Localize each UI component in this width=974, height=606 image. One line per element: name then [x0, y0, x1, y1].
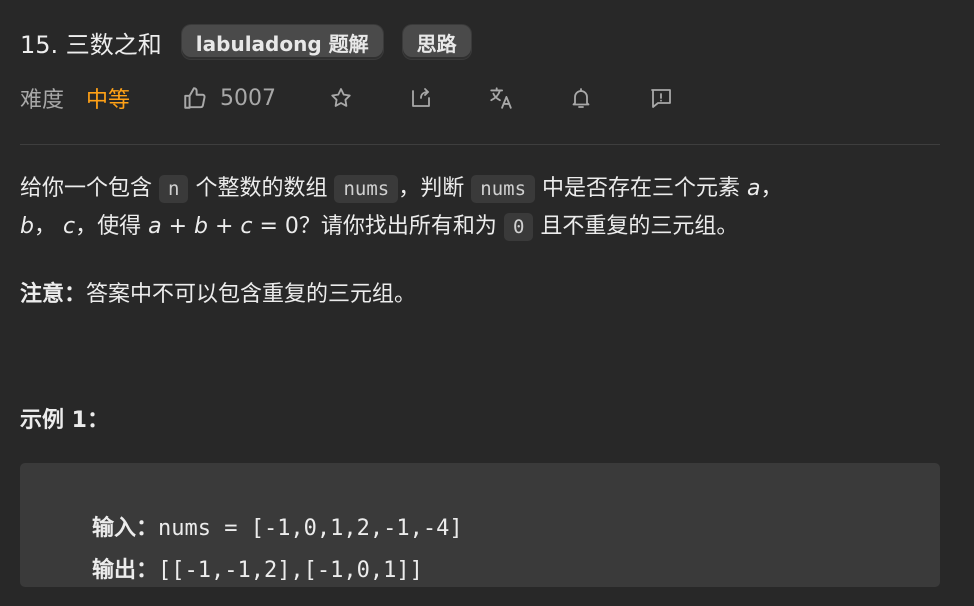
example-output-label: 输出：	[91, 558, 158, 583]
tag-labuladong-solution[interactable]: labuladong 题解	[181, 25, 383, 59]
divider	[20, 144, 940, 145]
problem-page: 15. 三数之和 labuladong 题解 思路 难度 中等 5007 给你一…	[0, 0, 974, 606]
note-label: 注意：	[20, 282, 87, 307]
description-text: = 0？请你找出所有和为	[259, 214, 497, 239]
description-text: 给你一个包含	[20, 176, 153, 201]
title-row: 15. 三数之和 labuladong 题解 思路	[20, 22, 471, 62]
description-text: 且不重复的三元组。	[540, 214, 739, 239]
tag-approach[interactable]: 思路	[402, 25, 471, 59]
inline-code-n: n	[159, 175, 189, 203]
inline-code-nums: nums	[471, 175, 536, 203]
math-expression: a + b + c	[148, 214, 253, 239]
like-button[interactable]: 5007	[182, 85, 276, 111]
math-c: c	[62, 214, 76, 239]
feedback-icon[interactable]	[648, 85, 674, 111]
problem-description: 给你一个包含 n 个整数的数组 nums ，判断 nums 中是否存在三个元素 a…	[20, 170, 940, 246]
example-title: 示例 1：	[20, 408, 109, 433]
like-count: 5007	[220, 85, 277, 111]
note-text: 答案中不可以包含重复的三元组。	[86, 282, 417, 307]
example-output-value: [[-1,-1,2],[-1,0,1]]	[157, 558, 423, 583]
difficulty-value: 中等	[86, 88, 131, 113]
description-text: ，使得	[75, 214, 142, 239]
share-icon[interactable]	[408, 85, 434, 111]
bell-icon[interactable]	[568, 85, 594, 111]
translate-icon[interactable]	[488, 85, 514, 111]
example-block: 输入：nums = [-1,0,1,2,-1,-4] 输出：[[-1,-1,2]…	[20, 463, 940, 587]
star-icon[interactable]	[328, 85, 354, 111]
inline-code-nums: nums	[334, 175, 399, 203]
difficulty-label: 难度	[20, 88, 65, 113]
math-b: b	[20, 214, 34, 239]
thumb-up-icon	[182, 85, 208, 111]
math-a: a	[747, 176, 761, 201]
description-text: ，判断	[398, 176, 465, 201]
inline-code-zero: 0	[503, 213, 534, 241]
description-text: 个整数的数组	[195, 176, 328, 201]
note: 注意：答案中不可以包含重复的三元组。	[20, 276, 416, 308]
meta-row: 难度 中等 5007	[20, 80, 674, 116]
description-text: ，	[760, 176, 783, 201]
example-output-line: 输出：[[-1,-1,2],[-1,0,1]]	[50, 527, 423, 606]
description-text: 中是否存在三个元素	[542, 176, 741, 201]
description-text: ，	[33, 214, 56, 239]
problem-title: 15. 三数之和	[20, 30, 162, 59]
